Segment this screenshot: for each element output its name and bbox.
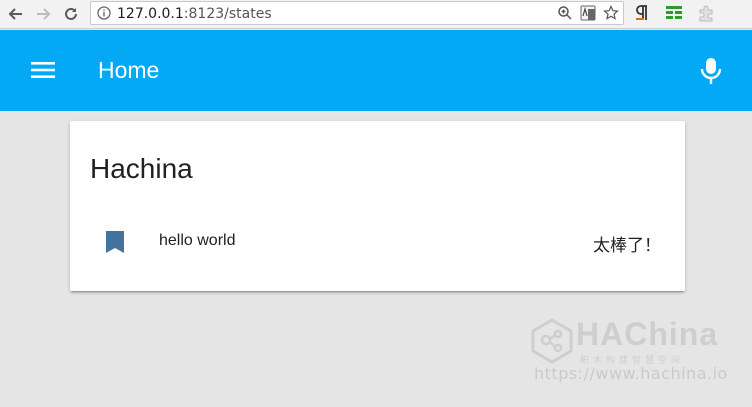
microphone-icon[interactable] <box>698 56 724 86</box>
browser-toolbar: 127.0.0.1:8123/states <box>0 0 752 29</box>
entity-card: Hachina hello world 太棒了！ <box>70 121 685 291</box>
page-title: Home <box>98 57 160 83</box>
hachina-logo-icon <box>531 318 573 364</box>
pilcrow-extension-icon[interactable] <box>634 4 650 22</box>
arrow-left-icon <box>8 8 22 20</box>
grid-extension-icon[interactable] <box>665 4 683 20</box>
watermark-brand: HAChina <box>576 316 719 352</box>
card-title: Hachina <box>90 153 193 184</box>
forward-button[interactable] <box>33 4 53 24</box>
address-bar[interactable]: 127.0.0.1:8123/states <box>90 1 624 25</box>
translate-icon[interactable] <box>580 5 596 21</box>
reload-icon <box>65 7 77 20</box>
star-icon[interactable] <box>603 5 619 21</box>
bookmark-icon <box>106 231 124 253</box>
reload-button[interactable] <box>61 4 81 24</box>
puzzle-extension-icon[interactable] <box>697 4 715 22</box>
watermark-url: https://www.hachina.io <box>534 364 728 383</box>
entity-name: hello world <box>159 232 236 249</box>
back-button[interactable] <box>6 4 26 24</box>
url-text[interactable]: 127.0.0.1:8123/states <box>117 6 272 22</box>
menu-icon[interactable] <box>30 57 56 83</box>
entity-state: 太棒了！ <box>593 236 661 256</box>
info-icon[interactable] <box>97 6 111 20</box>
zoom-icon[interactable] <box>557 5 573 21</box>
arrow-right-icon <box>37 8 51 20</box>
watermark: HAChina 积木构建智慧空间 https://www.hachina.io <box>530 316 730 386</box>
app-header: Home <box>0 30 752 111</box>
entity-row[interactable]: hello world 太棒了！ <box>70 221 685 261</box>
